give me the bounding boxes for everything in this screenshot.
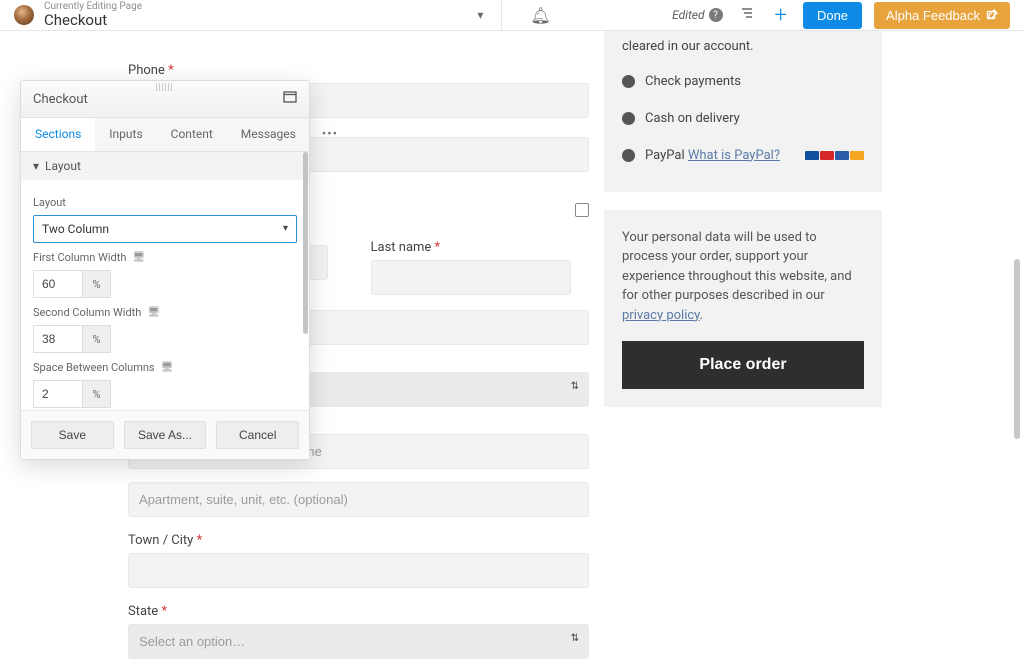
apartment-input[interactable] — [128, 482, 589, 517]
state-label: State * — [128, 604, 589, 619]
privacy-box: Your personal data will be used to proce… — [604, 210, 882, 408]
page-scrollbar[interactable] — [1014, 259, 1020, 439]
tab-inputs[interactable]: Inputs — [95, 118, 156, 151]
radio-icon — [622, 112, 635, 125]
panel-footer: Save Save As... Cancel — [21, 410, 309, 459]
last-name-input[interactable] — [371, 260, 571, 295]
first-col-width-label: First Column Width 🖥︎ — [33, 251, 297, 264]
unit-label: % — [83, 270, 111, 298]
layout-select[interactable]: Two Column ▾ — [33, 215, 297, 243]
first-col-width-input[interactable] — [33, 270, 83, 298]
alpha-feedback-label: Alpha Feedback — [886, 8, 980, 23]
save-as-button[interactable]: Save As... — [124, 421, 207, 449]
beaver-logo — [14, 5, 34, 25]
town-input[interactable] — [128, 553, 589, 588]
second-col-width-label: Second Column Width 🖥︎ — [33, 306, 297, 319]
panel-tabs: Sections Inputs Content Messages ••• — [21, 118, 309, 152]
outline-icon[interactable] — [735, 1, 759, 29]
checkout-sidebar: cleared in our account. Check payments C… — [604, 31, 882, 407]
payment-desc-fragment: cleared in our account. — [622, 31, 864, 63]
responsive-icon[interactable]: 🖥︎ — [147, 307, 160, 318]
ship-different-checkbox[interactable] — [575, 203, 589, 217]
chevron-down-icon: ▾ — [283, 224, 288, 234]
phone-label: Phone * — [128, 63, 589, 78]
space-between-label: Space Between Columns 🖥︎ — [33, 361, 297, 374]
last-name-label: Last name * — [371, 240, 590, 255]
page-dropdown-chevron-icon[interactable]: ▾ — [473, 4, 487, 26]
help-icon[interactable]: ? — [709, 8, 723, 22]
done-button[interactable]: Done — [803, 2, 862, 29]
responsive-icon[interactable]: 🖥︎ — [161, 362, 174, 373]
tab-content[interactable]: Content — [157, 118, 227, 151]
paypal-help-link[interactable]: What is PayPal? — [688, 148, 780, 163]
responsive-icon[interactable]: 🖥︎ — [132, 252, 145, 263]
edit-icon — [986, 9, 998, 21]
payment-option-paypal[interactable]: PayPal What is PayPal? — [622, 137, 864, 174]
tab-more-icon[interactable]: ••• — [310, 118, 350, 151]
edited-status: Edited ? — [672, 8, 722, 22]
radio-icon — [622, 149, 635, 162]
card-logos-icon — [805, 151, 864, 160]
page-canvas: Phone * ldress? Last name * ⇅ Town / — [0, 31, 1024, 670]
chevron-down-icon: ▾ — [33, 159, 39, 173]
payment-methods: cleared in our account. Check payments C… — [604, 31, 882, 192]
tab-messages[interactable]: Messages — [227, 118, 310, 151]
tab-sections[interactable]: Sections — [21, 118, 95, 151]
top-bar: Currently Editing Page Checkout ▾ 🔔︎ Edi… — [0, 0, 1024, 31]
unit-label: % — [83, 325, 111, 353]
place-order-button[interactable]: Place order — [622, 341, 864, 389]
state-select[interactable] — [128, 624, 589, 659]
section-layout-toggle[interactable]: ▾ Layout — [21, 152, 309, 180]
notifications-icon[interactable]: 🔔︎ — [530, 6, 550, 25]
unit-label: % — [83, 380, 111, 408]
payment-option-check[interactable]: Check payments — [622, 63, 864, 100]
privacy-text: Your personal data will be used to proce… — [622, 228, 864, 326]
add-module-icon[interactable]: + — [771, 3, 791, 28]
panel-title: Checkout — [33, 92, 88, 107]
radio-icon — [622, 75, 635, 88]
panel-drag-handle-icon[interactable] — [156, 83, 174, 91]
window-icon[interactable] — [283, 91, 297, 107]
privacy-policy-link[interactable]: privacy policy — [622, 308, 700, 323]
settings-panel: Checkout Sections Inputs Content Message… — [20, 80, 310, 460]
panel-scrollbar[interactable] — [303, 152, 308, 334]
space-between-input[interactable] — [33, 380, 83, 408]
page-title: Checkout — [44, 12, 142, 29]
cancel-button[interactable]: Cancel — [216, 421, 299, 449]
alpha-feedback-button[interactable]: Alpha Feedback — [874, 2, 1010, 29]
town-label: Town / City * — [128, 533, 589, 548]
layout-select-label: Layout — [33, 196, 297, 209]
second-col-width-input[interactable] — [33, 325, 83, 353]
save-button[interactable]: Save — [31, 421, 114, 449]
payment-option-cash[interactable]: Cash on delivery — [622, 100, 864, 137]
